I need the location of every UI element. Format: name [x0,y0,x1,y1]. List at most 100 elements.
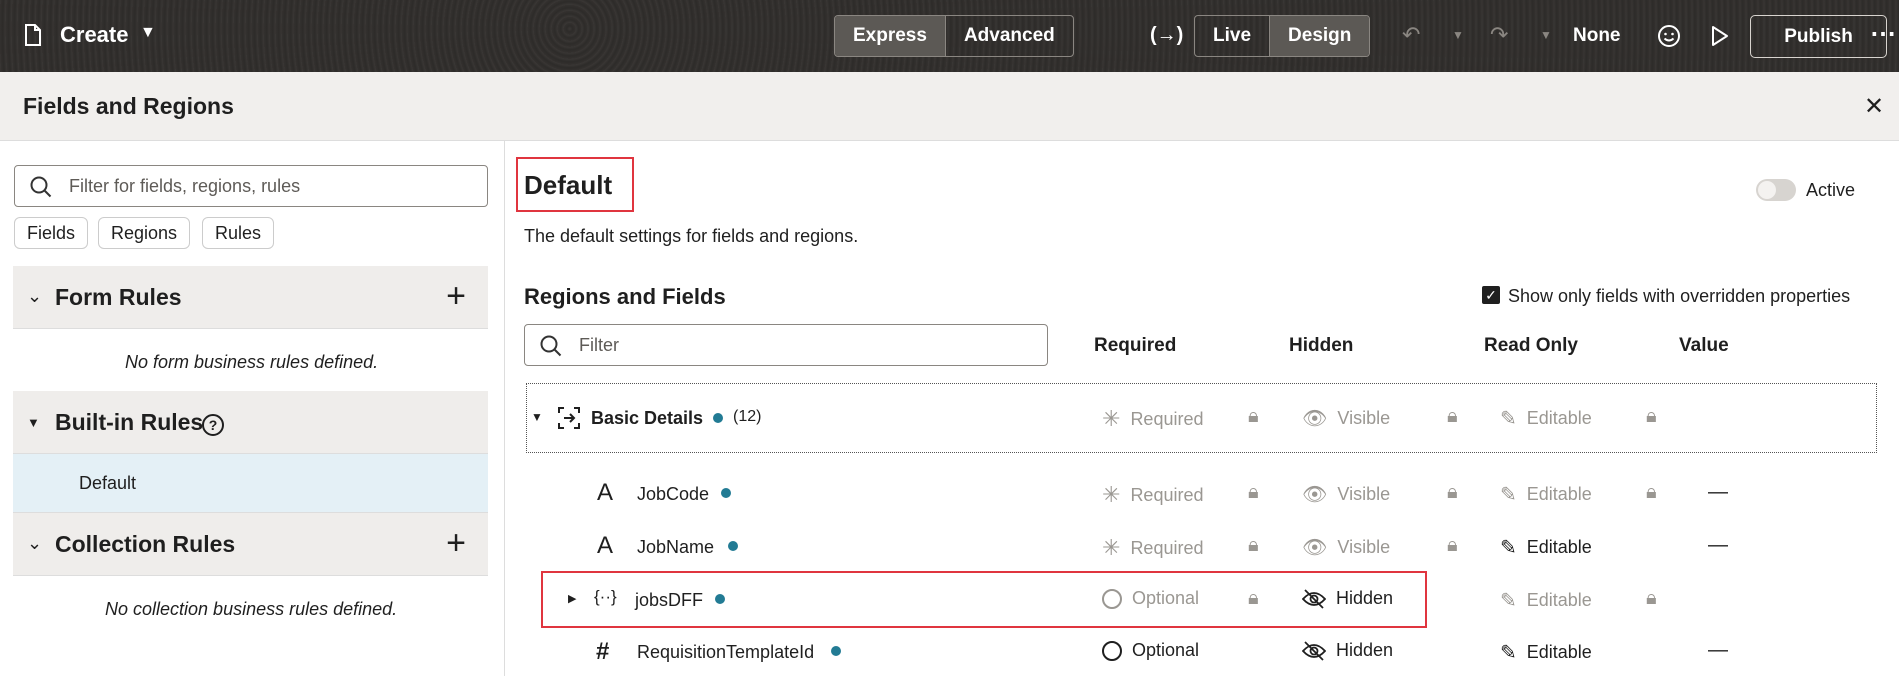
caret-right-icon[interactable]: ▶ [568,592,576,605]
builtin-rule-default-label: Default [79,473,137,493]
close-icon[interactable]: ✕ [1864,92,1884,121]
column-header-read-only: Read Only [1484,335,1578,356]
rules-search-input[interactable]: Filter for fields, regions, rules [14,165,488,207]
lock-icon[interactable]: 🔒︎ [1447,405,1458,428]
number-field-icon: # [596,638,610,665]
pencil-icon: ✎ [1500,537,1517,559]
form-rules-section[interactable]: ⌄ Form Rules + [13,266,488,329]
lock-icon[interactable]: 🔒︎ [1248,534,1259,557]
view-switch: Live Design [1194,15,1371,57]
asterisk-icon: ✳ [1102,535,1121,560]
lock-icon[interactable]: 🔒︎ [1447,534,1458,557]
redo-menu-chevron-icon[interactable]: ▼ [1540,28,1552,42]
pencil-icon: ✎ [1500,590,1517,612]
override-dot [728,541,738,551]
help-icon[interactable]: ? [201,413,225,437]
page-icon [25,24,41,46]
region-name: Basic Details [591,408,704,428]
read-only-cell[interactable]: ✎ Editable [1500,535,1592,560]
rule-description: The default settings for fields and regi… [524,226,859,246]
mode-switch: Express Advanced [834,15,1074,57]
eye-off-icon [1302,588,1326,609]
lock-icon[interactable]: 🔒︎ [1646,587,1657,610]
collection-rules-section[interactable]: ⌄ Collection Rules + [13,513,488,576]
lock-icon[interactable]: 🔒︎ [1646,481,1657,504]
filter-chip-rules[interactable]: Rules [202,217,275,249]
region-count: (12) [733,408,762,425]
none-selector[interactable]: None [1573,25,1621,47]
play-icon[interactable] [1711,25,1729,47]
fields-filter-placeholder: Filter [579,335,619,355]
mode-express-button[interactable]: Express [835,16,945,56]
rule-title: Default [524,170,613,200]
active-toggle[interactable] [1756,179,1796,201]
field-name[interactable]: JobName [637,537,714,558]
text-field-icon: A [597,532,614,559]
read-only-cell[interactable]: ✎ Editable [1500,482,1592,507]
chevron-down-icon[interactable]: ▼ [140,24,156,42]
smiley-icon[interactable] [1657,24,1681,48]
create-menu-label[interactable]: Create [60,22,128,48]
undo-menu-chevron-icon[interactable]: ▼ [1452,28,1464,42]
mode-advanced-button[interactable]: Advanced [944,16,1073,56]
override-dot [721,488,731,498]
eye-icon: 👁︎ [1302,537,1328,559]
required-cell[interactable]: Optional [1102,588,1199,609]
add-collection-rule-icon[interactable]: + [446,524,466,563]
code-toggle-icon[interactable]: (→) [1150,24,1183,47]
region-hidden-cell[interactable]: 👁︎ Visible [1302,406,1390,431]
publish-button[interactable]: Publish [1750,15,1887,58]
builtin-rule-default-item[interactable]: Default [13,454,488,513]
override-checkbox[interactable]: ✓ [1482,286,1500,304]
active-label: Active [1806,180,1856,200]
add-form-rule-icon[interactable]: + [446,277,466,316]
value-cell[interactable]: — [1708,639,1728,662]
form-rules-label: Form Rules [55,284,182,310]
builtin-rules-label: Built-in Rules [55,409,204,435]
hidden-cell[interactable]: 👁︎ Visible [1302,482,1390,507]
regions-fields-heading: Regions and Fields [524,284,726,309]
chevron-down-icon[interactable]: ⌄ [27,533,42,554]
read-only-cell[interactable]: ✎ Editable [1500,640,1592,665]
lock-icon[interactable]: 🔒︎ [1248,587,1259,610]
redo-icon[interactable]: ↷ [1490,22,1508,48]
read-only-cell[interactable]: ✎ Editable [1500,588,1592,613]
required-cell[interactable]: Optional [1102,640,1199,661]
field-name[interactable]: JobCode [637,484,709,505]
value-cell[interactable]: — [1708,534,1728,557]
svg-text:?: ? [209,417,218,433]
field-name[interactable]: jobsDFF [635,590,703,611]
column-header-value: Value [1679,335,1729,356]
text-field-icon: A [597,479,614,506]
more-options-icon[interactable]: ⋯ [1870,18,1896,49]
lock-icon[interactable]: 🔒︎ [1248,405,1259,428]
circle-icon [1102,588,1122,609]
view-live-button[interactable]: Live [1195,16,1269,56]
hidden-cell[interactable]: Hidden [1302,588,1393,609]
region-icon [558,407,580,429]
caret-down-icon[interactable]: ▼ [27,415,40,430]
field-name[interactable]: RequisitionTemplateId [637,642,814,663]
undo-icon[interactable]: ↶ [1402,22,1420,48]
asterisk-icon: ✳ [1102,406,1121,431]
builtin-rules-section[interactable]: ▼ Built-in Rules ? [13,391,488,454]
lock-icon[interactable]: 🔒︎ [1447,481,1458,504]
filter-chip-regions[interactable]: Regions [98,217,191,249]
lock-icon[interactable]: 🔒︎ [1248,481,1259,504]
required-cell[interactable]: ✳ Required [1102,482,1203,508]
fields-filter-input[interactable]: Filter [524,324,1048,366]
value-cell[interactable]: — [1708,481,1728,504]
search-icon [30,176,52,198]
region-required-cell[interactable]: ✳ Required [1102,406,1203,432]
required-cell[interactable]: ✳ Required [1102,535,1203,561]
chevron-down-icon[interactable]: ⌄ [27,286,42,307]
eye-icon: 👁︎ [1302,408,1328,430]
pencil-icon: ✎ [1500,408,1517,430]
region-read-only-cell[interactable]: ✎ Editable [1500,406,1592,431]
hidden-cell[interactable]: 👁︎ Visible [1302,535,1390,560]
view-design-button[interactable]: Design [1269,16,1370,56]
hidden-cell[interactable]: Hidden [1302,640,1393,661]
caret-down-icon[interactable]: ▼ [531,410,543,424]
filter-chip-fields[interactable]: Fields [14,217,89,249]
lock-icon[interactable]: 🔒︎ [1646,405,1657,428]
